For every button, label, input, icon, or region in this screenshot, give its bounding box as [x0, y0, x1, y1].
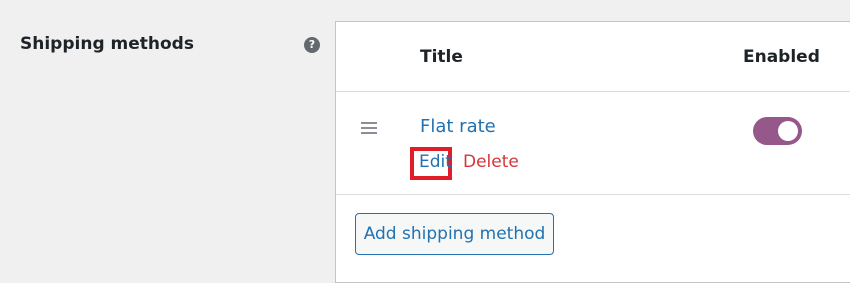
shipping-methods-panel: Title Enabled Flat rate Edit Delete Add … — [335, 21, 850, 283]
toggle-knob — [778, 121, 798, 141]
column-header-title: Title — [420, 47, 463, 67]
help-icon[interactable]: ? — [304, 37, 320, 53]
add-shipping-method-button[interactable]: Add shipping method — [355, 213, 554, 255]
delete-link[interactable]: Delete — [463, 152, 519, 172]
enabled-toggle[interactable] — [753, 117, 802, 145]
edit-link[interactable]: Edit — [419, 152, 452, 172]
column-header-enabled: Enabled — [743, 47, 820, 67]
table-header-row: Title Enabled — [336, 22, 850, 92]
method-title-link[interactable]: Flat rate — [420, 116, 496, 137]
settings-label: Shipping methods — [20, 34, 194, 54]
drag-handle-icon[interactable] — [361, 122, 377, 134]
table-row: Flat rate Edit Delete — [336, 92, 850, 195]
